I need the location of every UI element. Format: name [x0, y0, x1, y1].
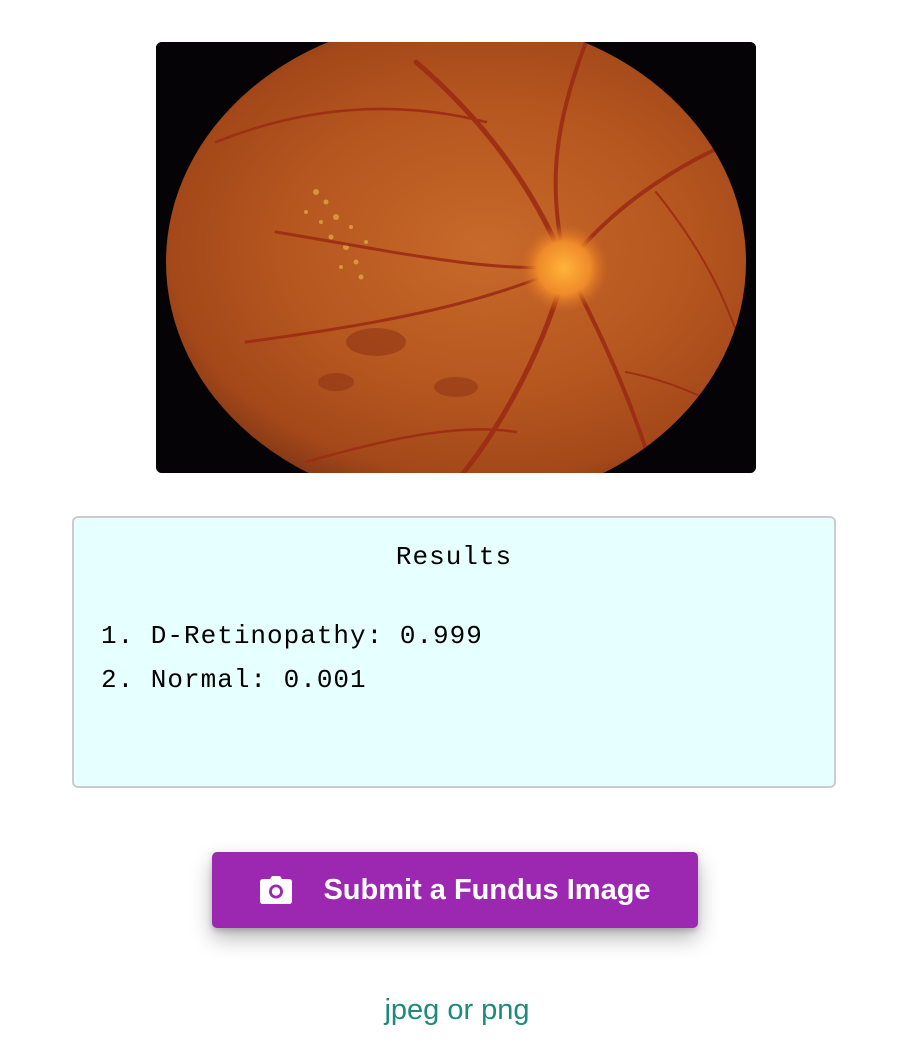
fundus-photo — [156, 42, 756, 473]
result-item-normal: 2. Normal: 0.001 — [101, 665, 367, 695]
results-panel: Results 1. D-Retinopathy: 0.999 2. Norma… — [72, 516, 836, 788]
results-list: 1. D-Retinopathy: 0.999 2. Normal: 0.001 — [101, 614, 483, 702]
fundus-image — [156, 42, 756, 473]
submit-fundus-image-button[interactable]: Submit a Fundus Image — [212, 852, 698, 928]
results-title: Results — [395, 542, 513, 572]
camera-icon — [259, 876, 293, 904]
file-type-hint: jpeg or png — [384, 994, 530, 1026]
result-item-d-retinopathy: 1. D-Retinopathy: 0.999 — [101, 621, 483, 651]
submit-button-label: Submit a Fundus Image — [323, 873, 651, 906]
